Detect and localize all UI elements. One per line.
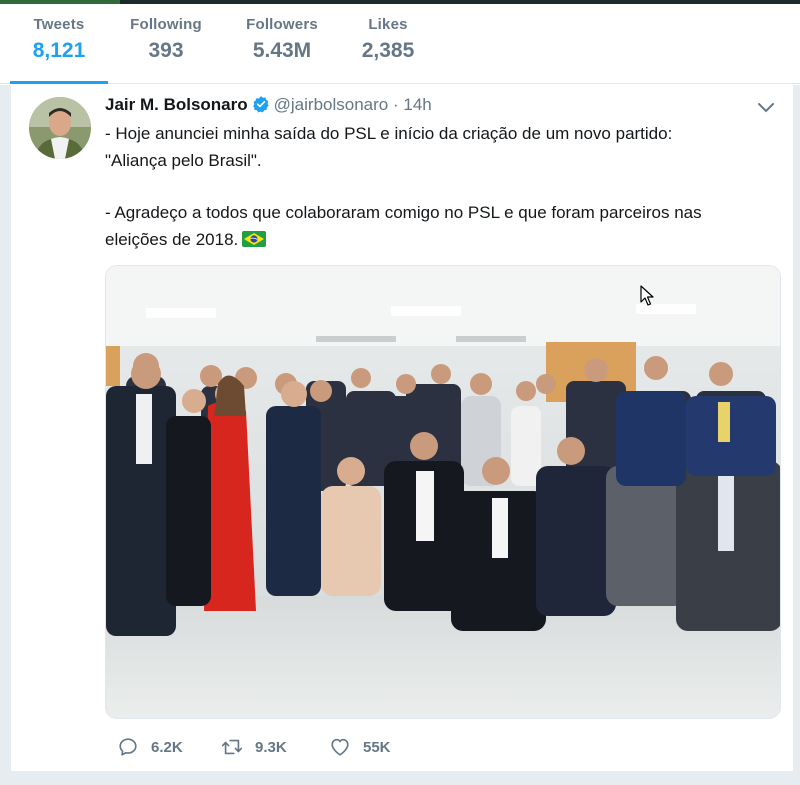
tweet-text-line: "Aliança pelo Brasil". xyxy=(105,150,262,170)
mouse-cursor-icon xyxy=(640,285,656,307)
tweet-text: - Hoje anunciei minha saída do PSL e iní… xyxy=(105,121,785,253)
retweet-count: 9.3K xyxy=(255,738,287,756)
avatar[interactable] xyxy=(29,97,91,159)
reply-button[interactable]: 6.2K xyxy=(117,735,183,759)
stat-following-value: 393 xyxy=(148,39,184,62)
like-button[interactable]: 55K xyxy=(329,735,391,759)
tweet-photo[interactable] xyxy=(105,265,781,719)
tweet-text-line: - Hoje anunciei minha saída do PSL e iní… xyxy=(105,124,673,143)
profile-stats-bar: Tweets 8,121 Following 393 Followers 5.4… xyxy=(0,4,800,84)
header-separator: · xyxy=(392,95,399,114)
chevron-down-icon[interactable] xyxy=(757,101,775,115)
stat-following[interactable]: Following 393 xyxy=(122,16,210,84)
tweet-text-line: - Agradeço a todos que colaboraram comig… xyxy=(105,203,702,222)
tweet-header: Jair M. Bolsonaro @jairbolsonaro · 14h xyxy=(105,95,432,118)
brazil-flag-icon xyxy=(242,229,267,247)
reply-icon xyxy=(119,738,137,756)
stat-tweets[interactable]: Tweets 8,121 xyxy=(10,16,108,84)
stat-followers[interactable]: Followers 5.43M xyxy=(234,16,330,84)
stat-likes[interactable]: Likes 2,385 xyxy=(352,16,424,84)
tweet-timestamp[interactable]: 14h xyxy=(403,95,431,114)
retweet-icon xyxy=(221,739,243,755)
tweet-card[interactable]: Jair M. Bolsonaro @jairbolsonaro · 14h - … xyxy=(10,85,794,771)
author-name[interactable]: Jair M. Bolsonaro xyxy=(105,95,248,114)
stat-likes-value: 2,385 xyxy=(361,39,415,62)
verified-badge-icon xyxy=(252,95,270,118)
stat-tweets-value: 8,121 xyxy=(32,39,86,62)
stat-followers-label: Followers xyxy=(246,16,318,33)
stat-following-label: Following xyxy=(130,16,202,33)
tweet-text-line: eleições de 2018. xyxy=(105,229,239,249)
stat-likes-label: Likes xyxy=(368,16,408,33)
reply-count: 6.2K xyxy=(151,738,183,756)
like-count: 55K xyxy=(363,738,391,756)
stat-tweets-label: Tweets xyxy=(33,16,85,33)
author-handle[interactable]: @jairbolsonaro xyxy=(274,95,389,114)
stat-followers-value: 5.43M xyxy=(252,39,312,62)
retweet-button[interactable]: 9.3K xyxy=(221,735,287,759)
like-icon xyxy=(331,738,349,756)
